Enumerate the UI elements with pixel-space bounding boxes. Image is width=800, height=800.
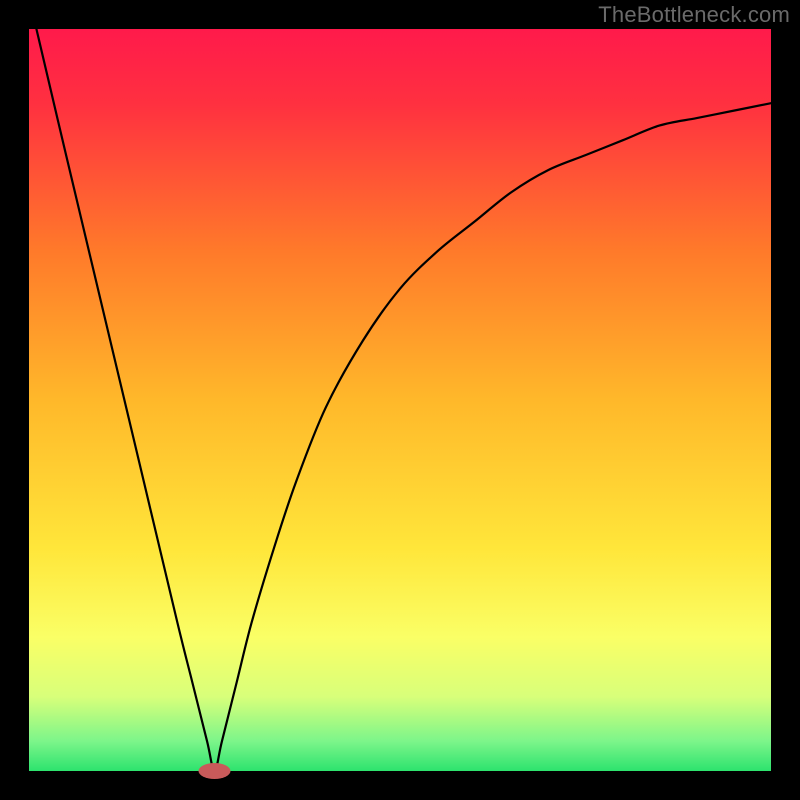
- watermark-text: TheBottleneck.com: [598, 2, 790, 28]
- gradient-background: [29, 29, 771, 771]
- minimum-marker: [199, 763, 231, 779]
- bottleneck-chart: [0, 0, 800, 800]
- chart-stage: TheBottleneck.com: [0, 0, 800, 800]
